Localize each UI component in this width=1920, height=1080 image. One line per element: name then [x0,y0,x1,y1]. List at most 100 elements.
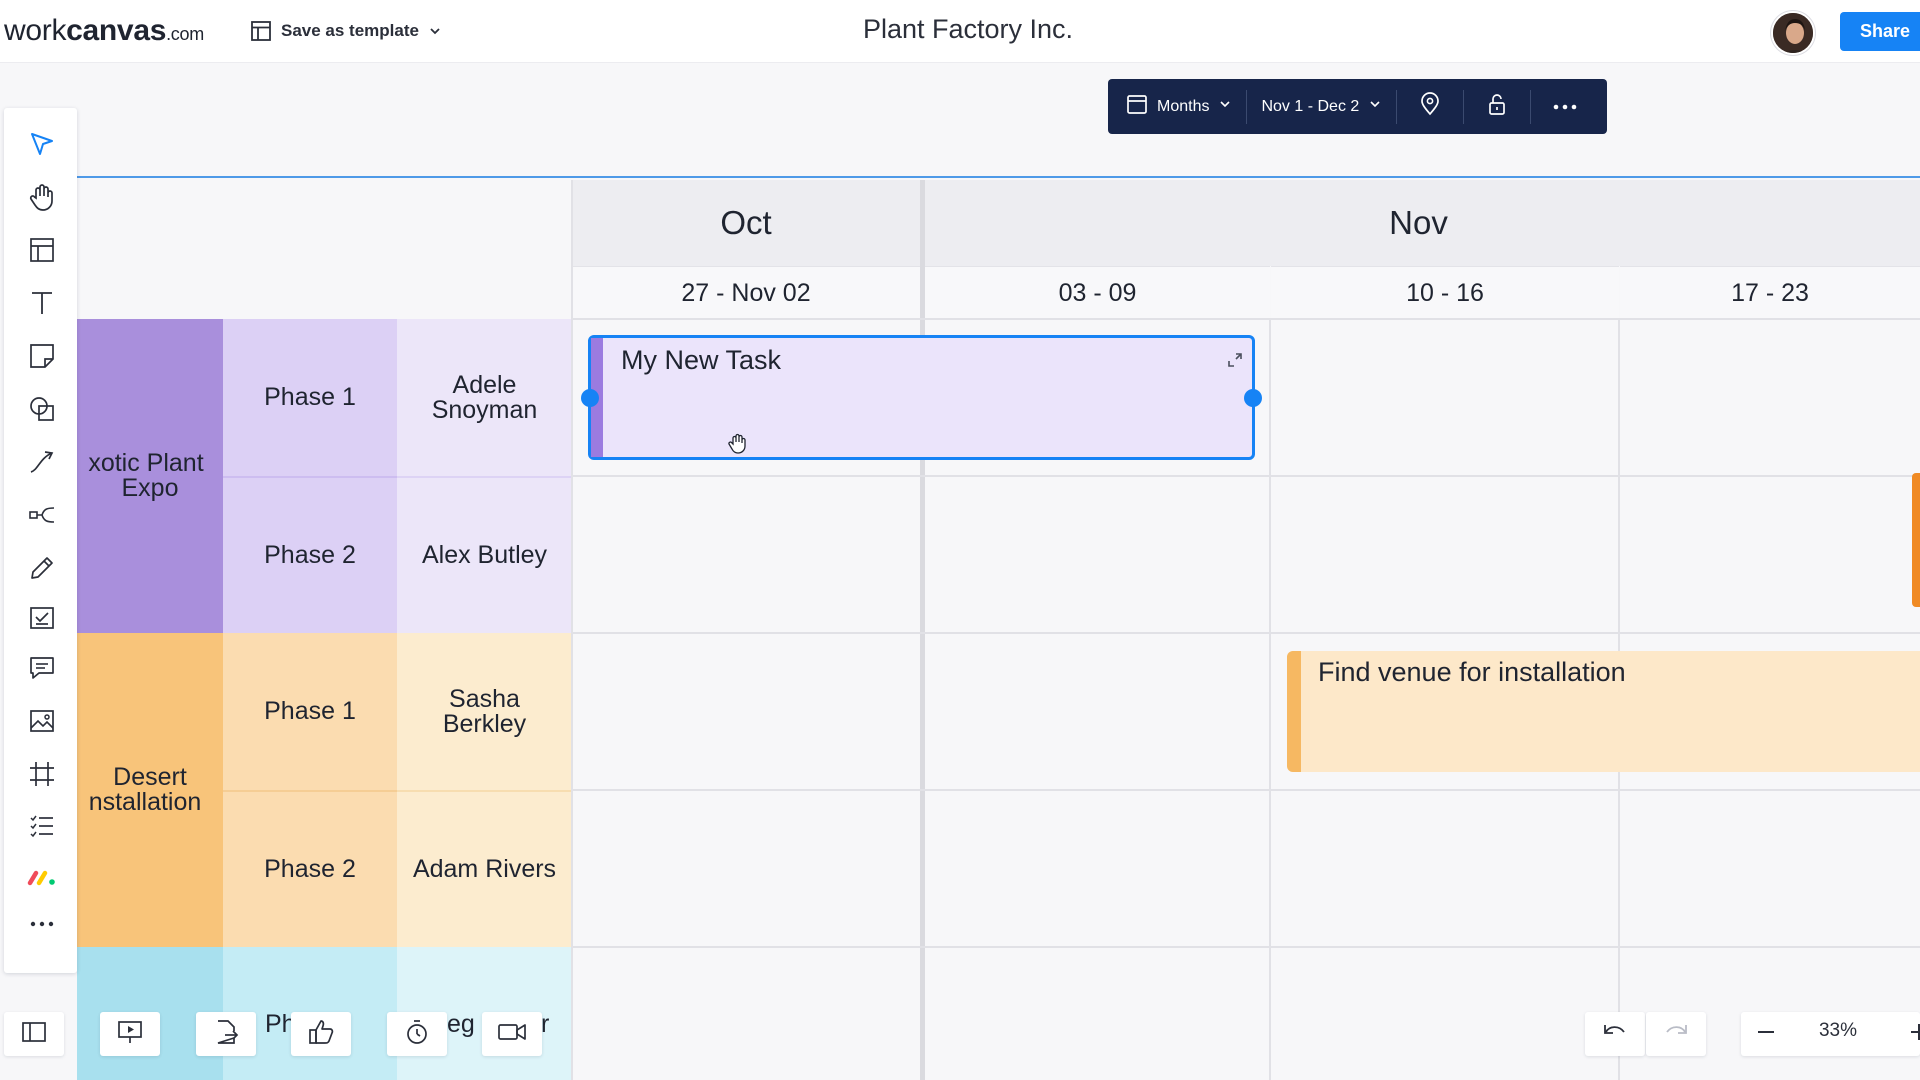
monday-tool[interactable] [26,863,58,895]
undo-icon [1601,1021,1629,1048]
task-tool[interactable] [26,604,58,636]
mind-map-tool[interactable] [26,501,58,533]
checklist-icon [28,604,56,637]
grid-line [1269,319,1271,1080]
shapes-tool[interactable] [26,395,58,427]
frame-tool[interactable] [26,760,58,792]
image-tool[interactable] [26,707,58,739]
user-avatar[interactable] [1771,11,1815,55]
resize-handle-right[interactable] [1244,389,1262,407]
view-mode-dropdown[interactable]: Months [1108,79,1246,134]
shapes-icon [28,395,56,428]
connector-arrow-icon [28,448,56,481]
zoom-out-icon[interactable] [1755,1021,1777,1048]
select-tool[interactable] [26,130,58,162]
grid-line [572,318,1920,320]
hand-tool[interactable] [26,183,58,215]
grid-line [571,180,573,1080]
owner-cell[interactable]: Adam Rivers [397,790,572,947]
owner-name-line: Sasha [449,684,520,713]
resize-handle-left[interactable] [581,389,599,407]
owner-cell[interactable]: Adele Snoyman [397,319,572,476]
phase-cell[interactable]: Phase 2 [223,476,397,633]
grab-hand-cursor-icon [726,431,750,462]
owner-partial-text: eg [447,1010,475,1038]
more-options-button[interactable] [1531,79,1599,134]
phase-cell[interactable]: Phase 2 [223,790,397,947]
week-header: 03 - 09 [925,266,1270,319]
week-label: 10 - 16 [1406,278,1484,307]
lock-button[interactable] [1464,79,1530,134]
vote-button[interactable] [291,1012,351,1056]
month-header-oct: Oct [572,180,920,266]
phase-label: Phase 1 [264,697,356,725]
view-mode-label: Months [1157,97,1210,115]
group-label-line: Expo [121,474,179,502]
sticky-note-icon [28,342,56,375]
pencil-icon [28,554,56,587]
document-title[interactable]: Plant Factory Inc. [0,14,1920,45]
pen-tool[interactable] [26,554,58,586]
owner-cell[interactable]: Alex Butley [397,476,572,633]
comment-tool[interactable] [26,654,58,686]
list-tool[interactable] [26,812,58,844]
week-label: 03 - 09 [1058,278,1137,307]
image-icon [28,707,56,740]
month-header-nov: Nov [925,180,1920,266]
phase-cell[interactable]: Phase 1 [223,633,397,790]
owner-name-line: Adam Rivers [412,855,557,883]
task-title[interactable]: Find venue for installation [1318,657,1626,688]
group-label: Desert nstallation [77,765,223,815]
frame-icon [28,760,56,793]
top-bar: workcanvas.com Save as template Plant Fa… [0,0,1920,63]
export-button[interactable] [196,1012,256,1056]
text-tool[interactable] [26,289,58,321]
chevron-down-icon [1368,97,1382,116]
month-label: Nov [1389,204,1448,241]
task-title[interactable]: My New Task [621,345,781,376]
month-divider [920,180,925,1080]
week-label: 17 - 23 [1731,278,1809,307]
owner-cell[interactable]: Sasha Berkley [397,633,572,790]
milestone-button[interactable] [1397,79,1463,134]
stopwatch-icon [404,1018,430,1051]
video-call-button[interactable] [482,1012,542,1056]
thumbs-up-icon [307,1018,335,1051]
date-range-label: Nov 1 - Dec 2 [1261,97,1360,115]
owner-name-line: Alex Butley [421,541,548,569]
phase-cell[interactable]: Phase 1 [223,319,397,476]
zoom-level[interactable]: 33% [1802,1020,1874,1042]
table-tool[interactable] [26,236,58,268]
video-camera-icon [497,1020,527,1049]
share-button[interactable]: Share [1840,12,1920,51]
presentation-icon [116,1019,144,1050]
task-card-my-new-task[interactable]: My New Task [588,335,1255,460]
connector-tool[interactable] [26,448,58,480]
task-card-find-venue[interactable]: Find venue for installation [1287,651,1920,772]
date-range-dropdown[interactable]: Nov 1 - Dec 2 [1247,79,1396,134]
group-cell-exotic-plant-expo[interactable]: xotic Plant Expo [77,319,223,633]
group-label-line: Desert [113,763,187,791]
grid-line [572,632,1920,634]
offscreen-task-edge[interactable] [1912,473,1920,607]
timeline-toolbar: Months Nov 1 - Dec 2 [1108,79,1607,134]
owner-partial-text: r [541,1010,550,1038]
undo-button[interactable] [1585,1012,1645,1056]
file-export-icon [213,1018,239,1051]
timer-button[interactable] [387,1012,447,1056]
group-label-line: nstallation [88,788,202,816]
present-button[interactable] [100,1012,160,1056]
redo-button[interactable] [1646,1012,1706,1056]
sidebar-panel-icon [21,1020,47,1049]
group-cell-desert-installation[interactable]: Desert nstallation [77,633,223,947]
toggle-panel-button[interactable] [4,1012,64,1056]
more-tools[interactable] [26,908,58,940]
hand-icon [28,182,56,217]
sticky-note-tool[interactable] [26,342,58,374]
zoom-in-icon[interactable] [1908,1021,1920,1048]
expand-icon[interactable] [1227,344,1243,375]
owner-name-line: Snoyman [431,395,538,424]
location-pin-icon [1419,92,1441,121]
comment-icon [28,654,56,687]
cursor-arrow-icon [28,130,56,163]
